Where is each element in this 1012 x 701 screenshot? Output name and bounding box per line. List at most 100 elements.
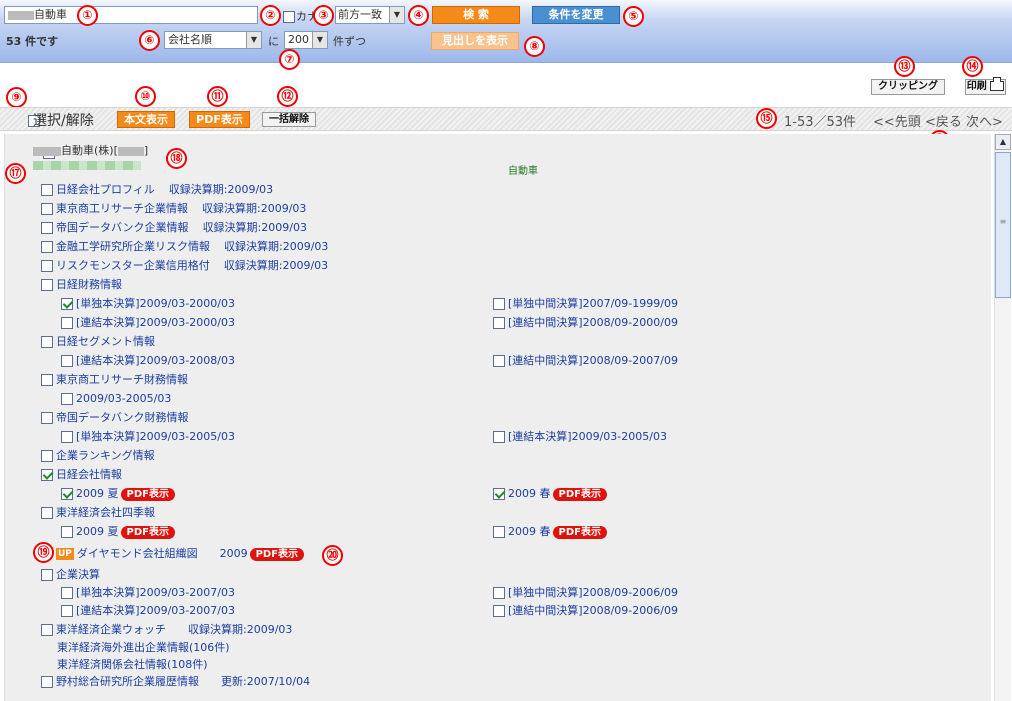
item-link[interactable]: 企業ランキング情報 bbox=[56, 449, 155, 462]
item-link[interactable]: 日経会社プロフィル bbox=[56, 183, 155, 196]
item-link[interactable]: 2009/03-2005/03 bbox=[76, 392, 171, 405]
list-item[interactable]: 2009/03-2005/03 bbox=[61, 390, 171, 408]
item-checkbox[interactable] bbox=[493, 605, 505, 617]
pdf-badge[interactable]: PDF表示 bbox=[120, 525, 175, 539]
pdf-badge[interactable]: PDF表示 bbox=[552, 525, 607, 539]
item-checkbox[interactable] bbox=[61, 587, 73, 599]
show-headlines-button[interactable]: 見出しを表示 bbox=[431, 32, 519, 50]
item-link[interactable]: [連結中間決算]2008/09-2006/09 bbox=[508, 604, 678, 617]
item-link[interactable]: 2009 夏 bbox=[76, 487, 119, 500]
list-item[interactable]: 企業ランキング情報 bbox=[41, 447, 155, 465]
item-checkbox[interactable] bbox=[41, 222, 53, 234]
item-checkbox[interactable] bbox=[61, 431, 73, 443]
item-checkbox[interactable] bbox=[41, 469, 53, 481]
item-checkbox[interactable] bbox=[61, 298, 73, 310]
clipping-button[interactable]: クリッピング bbox=[871, 79, 945, 95]
item-link[interactable]: 東洋経済海外進出企業情報(106件) bbox=[57, 641, 230, 654]
show-pdf-button[interactable]: PDF表示 bbox=[189, 111, 250, 128]
item-link[interactable]: [連結本決算]2009/03-2000/03 bbox=[76, 316, 235, 329]
list-item[interactable]: [単独本決算]2009/03-2000/03 bbox=[61, 295, 235, 313]
list-item[interactable]: [単独本決算]2009/03-2005/03 bbox=[61, 428, 235, 446]
item-checkbox[interactable] bbox=[493, 298, 505, 310]
item-link[interactable]: [連結本決算]2009/03-2008/03 bbox=[76, 354, 235, 367]
list-item[interactable]: 帝国データバンク企業情報 収録決算期:2009/03 bbox=[41, 219, 307, 237]
first-page-link[interactable]: <<先頭 bbox=[873, 111, 921, 130]
list-item[interactable]: [連結中間決算]2008/09-2000/09 bbox=[493, 314, 678, 332]
item-checkbox[interactable] bbox=[493, 488, 505, 500]
search-button[interactable]: 検 索 bbox=[432, 6, 520, 24]
item-checkbox[interactable] bbox=[41, 203, 53, 215]
list-item[interactable]: [単独中間決算]2008/09-2006/09 bbox=[493, 584, 678, 602]
list-item[interactable]: 東洋経済企業ウォッチ 収録決算期:2009/03 bbox=[41, 621, 292, 639]
list-item[interactable]: [連結中間決算]2008/09-2007/09 bbox=[493, 352, 678, 370]
item-link[interactable]: 日経財務情報 bbox=[56, 278, 122, 291]
scrollbar[interactable]: ▲ ≡ bbox=[994, 134, 1011, 701]
item-link[interactable]: [連結本決算]2009/03-2005/03 bbox=[508, 430, 667, 443]
kana-checkbox[interactable] bbox=[283, 10, 295, 23]
item-checkbox[interactable] bbox=[493, 317, 505, 329]
item-link[interactable]: 東京商工リサーチ財務情報 bbox=[56, 373, 188, 386]
item-checkbox[interactable] bbox=[61, 605, 73, 617]
list-item[interactable]: [単独中間決算]2007/09-1999/09 bbox=[493, 295, 678, 313]
item-link[interactable]: [連結中間決算]2008/09-2000/09 bbox=[508, 316, 678, 329]
item-link[interactable]: [連結本決算]2009/03-2007/03 bbox=[76, 604, 235, 617]
item-link[interactable]: ダイヤモンド会社組織図 bbox=[77, 547, 198, 560]
item-link[interactable]: 2009 春 bbox=[508, 487, 551, 500]
item-checkbox[interactable] bbox=[493, 431, 505, 443]
list-item[interactable]: 日経財務情報 bbox=[41, 276, 122, 294]
item-checkbox[interactable] bbox=[41, 569, 53, 581]
item-link[interactable]: 日経セグメント情報 bbox=[56, 335, 155, 348]
list-item[interactable]: 日経会社プロフィル 収録決算期:2009/03 bbox=[41, 181, 273, 199]
item-link[interactable]: [単独本決算]2009/03-2007/03 bbox=[76, 586, 235, 599]
item-checkbox[interactable] bbox=[41, 412, 53, 424]
item-link[interactable]: [単独本決算]2009/03-2005/03 bbox=[76, 430, 235, 443]
list-item[interactable]: 東洋経済海外進出企業情報(106件) bbox=[57, 639, 230, 657]
item-checkbox[interactable] bbox=[41, 676, 53, 688]
change-conditions-button[interactable]: 条件を変更 bbox=[532, 6, 620, 24]
scroll-thumb[interactable]: ≡ bbox=[995, 152, 1011, 298]
item-checkbox[interactable] bbox=[41, 184, 53, 196]
item-checkbox[interactable] bbox=[41, 241, 53, 253]
list-item[interactable]: 東洋経済関係会社情報(108件) bbox=[57, 656, 208, 674]
item-checkbox[interactable] bbox=[61, 317, 73, 329]
item-link[interactable]: [単独中間決算]2007/09-1999/09 bbox=[508, 297, 678, 310]
item-link[interactable]: 2009 夏 bbox=[76, 525, 119, 538]
list-item[interactable]: [連結本決算]2009/03-2005/03 bbox=[493, 428, 667, 446]
item-checkbox[interactable] bbox=[61, 526, 73, 538]
item-checkbox[interactable] bbox=[41, 507, 53, 519]
item-checkbox[interactable] bbox=[41, 260, 53, 272]
list-item[interactable]: 東洋経済会社四季報 bbox=[41, 504, 155, 522]
item-link[interactable]: [単独中間決算]2008/09-2006/09 bbox=[508, 586, 678, 599]
show-body-button[interactable]: 本文表示 bbox=[117, 111, 175, 128]
list-item[interactable]: [連結本決算]2009/03-2007/03 bbox=[61, 602, 235, 620]
list-item[interactable]: 野村総合研究所企業履歴情報 更新:2007/10/04 bbox=[41, 673, 310, 691]
item-link[interactable]: 帝国データバンク企業情報 bbox=[56, 221, 189, 234]
item-link[interactable]: 帝国データバンク財務情報 bbox=[56, 411, 189, 424]
next-page-link[interactable]: 次へ> bbox=[966, 111, 1003, 130]
list-item[interactable]: UP ダイヤモンド会社組織図 2009 PDF表示 bbox=[56, 545, 305, 563]
list-item[interactable]: [連結本決算]2009/03-2008/03 bbox=[61, 352, 235, 370]
pdf-badge[interactable]: PDF表示 bbox=[249, 547, 305, 561]
item-link[interactable]: 金融工学研究所企業リスク情報 bbox=[56, 240, 210, 253]
list-item[interactable]: 2009 春 PDF表示 bbox=[493, 523, 607, 541]
per-page-select[interactable]: 200 ▼ bbox=[284, 31, 328, 49]
list-item[interactable]: 日経会社情報 bbox=[41, 466, 122, 484]
item-checkbox[interactable] bbox=[61, 393, 73, 405]
print-button[interactable]: 印刷 bbox=[965, 77, 1006, 95]
list-item[interactable]: 2009 夏 PDF表示 bbox=[61, 523, 175, 541]
item-link[interactable]: 東京商工リサーチ企業情報 bbox=[56, 202, 188, 215]
list-item[interactable]: 2009 夏 PDF表示 bbox=[61, 485, 175, 503]
item-checkbox[interactable] bbox=[493, 355, 505, 367]
item-checkbox[interactable] bbox=[41, 374, 53, 386]
item-checkbox[interactable] bbox=[61, 488, 73, 500]
list-item[interactable]: [連結本決算]2009/03-2000/03 bbox=[61, 314, 235, 332]
item-checkbox[interactable] bbox=[61, 355, 73, 367]
item-link[interactable]: 東洋経済企業ウォッチ bbox=[56, 623, 166, 636]
pdf-badge[interactable]: PDF表示 bbox=[120, 487, 175, 501]
item-link[interactable]: [単独本決算]2009/03-2000/03 bbox=[76, 297, 235, 310]
item-link[interactable]: 野村総合研究所企業履歴情報 bbox=[56, 675, 199, 688]
select-all-label[interactable]: 選択/解除 bbox=[33, 110, 94, 130]
item-checkbox[interactable] bbox=[41, 624, 53, 636]
sort-select[interactable]: 会社名順 ▼ bbox=[164, 31, 262, 49]
item-checkbox[interactable] bbox=[493, 587, 505, 599]
